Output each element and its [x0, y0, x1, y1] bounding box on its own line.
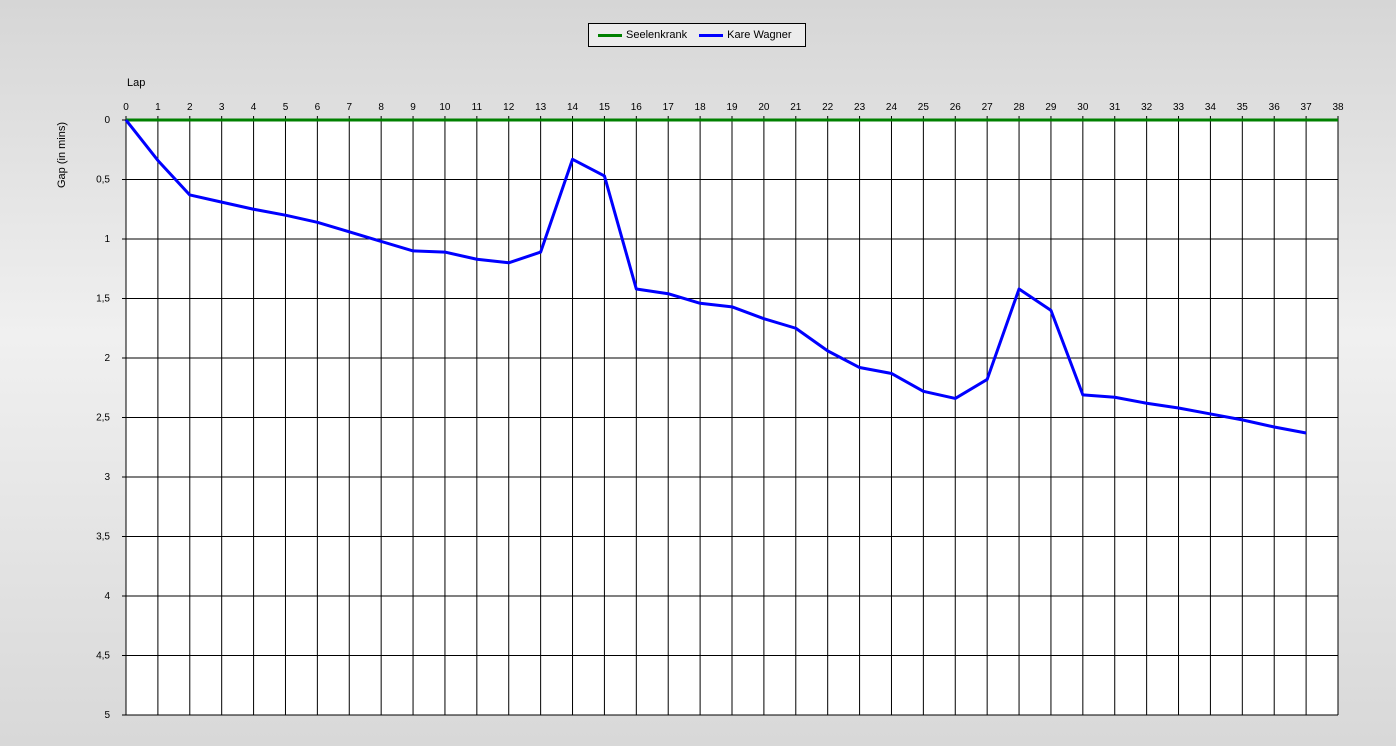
x-tick-label: 20 — [758, 102, 770, 113]
x-tick-label: 13 — [535, 102, 547, 113]
x-tick-label: 18 — [695, 102, 707, 113]
x-tick-label: 35 — [1237, 102, 1249, 113]
x-tick-label: 38 — [1332, 102, 1344, 113]
x-tick-label: 1 — [155, 102, 161, 113]
x-tick-label: 5 — [283, 102, 289, 113]
x-tick-label: 34 — [1205, 102, 1217, 113]
x-tick-label: 36 — [1269, 102, 1281, 113]
x-tick-label: 10 — [439, 102, 451, 113]
x-tick-label: 8 — [378, 102, 384, 113]
x-tick-label: 32 — [1141, 102, 1153, 113]
y-tick-label: 0,5 — [96, 175, 110, 186]
x-tick-label: 31 — [1109, 102, 1121, 113]
x-tick-label: 6 — [315, 102, 321, 113]
x-tick-label: 12 — [503, 102, 515, 113]
x-tick-label: 14 — [567, 102, 579, 113]
x-tick-label: 27 — [982, 102, 994, 113]
x-tick-label: 37 — [1301, 102, 1313, 113]
x-tick-label: 28 — [1013, 102, 1025, 113]
x-tick-label: 2 — [187, 102, 193, 113]
y-tick-label: 4,5 — [96, 651, 110, 662]
x-tick-label: 19 — [726, 102, 738, 113]
x-tick-label: 4 — [251, 102, 257, 113]
x-tick-label: 16 — [631, 102, 643, 113]
y-tick-label: 1 — [104, 234, 110, 245]
x-tick-label: 24 — [886, 102, 898, 113]
x-tick-label: 3 — [219, 102, 225, 113]
x-tick-label: 9 — [410, 102, 416, 113]
x-tick-label: 17 — [663, 102, 675, 113]
y-tick-label: 2,5 — [96, 413, 110, 424]
y-tick-label: 1,5 — [96, 294, 110, 305]
x-tick-label: 15 — [599, 102, 611, 113]
x-tick-label: 26 — [950, 102, 962, 113]
y-tick-label: 5 — [104, 710, 110, 721]
x-tick-label: 0 — [123, 102, 129, 113]
x-tick-label: 11 — [472, 102, 483, 113]
y-tick-label: 2 — [104, 353, 110, 364]
y-tick-label: 4 — [104, 591, 110, 602]
x-tick-label: 23 — [854, 102, 866, 113]
x-tick-label: 29 — [1045, 102, 1057, 113]
plot-svg: 0 1 2 3 4 5 6 7 8 9 10 11 12 13 14 15 16 17 18 19 20 21 22 23 24… — [96, 102, 1344, 721]
y-tick-label: 3,5 — [96, 532, 110, 543]
x-tick-label: 25 — [918, 102, 930, 113]
x-tick-label: 21 — [790, 102, 802, 113]
x-tick-label: 22 — [822, 102, 834, 113]
y-tick-label: 3 — [104, 472, 110, 483]
x-tick-label: 33 — [1173, 102, 1185, 113]
y-tick-label: 0 — [104, 115, 110, 126]
x-tick-label: 30 — [1077, 102, 1089, 113]
x-tick-label: 7 — [346, 102, 352, 113]
chart-area: Seelenkrank Kare Wagner Lap Gap (in mins… — [0, 0, 1396, 746]
